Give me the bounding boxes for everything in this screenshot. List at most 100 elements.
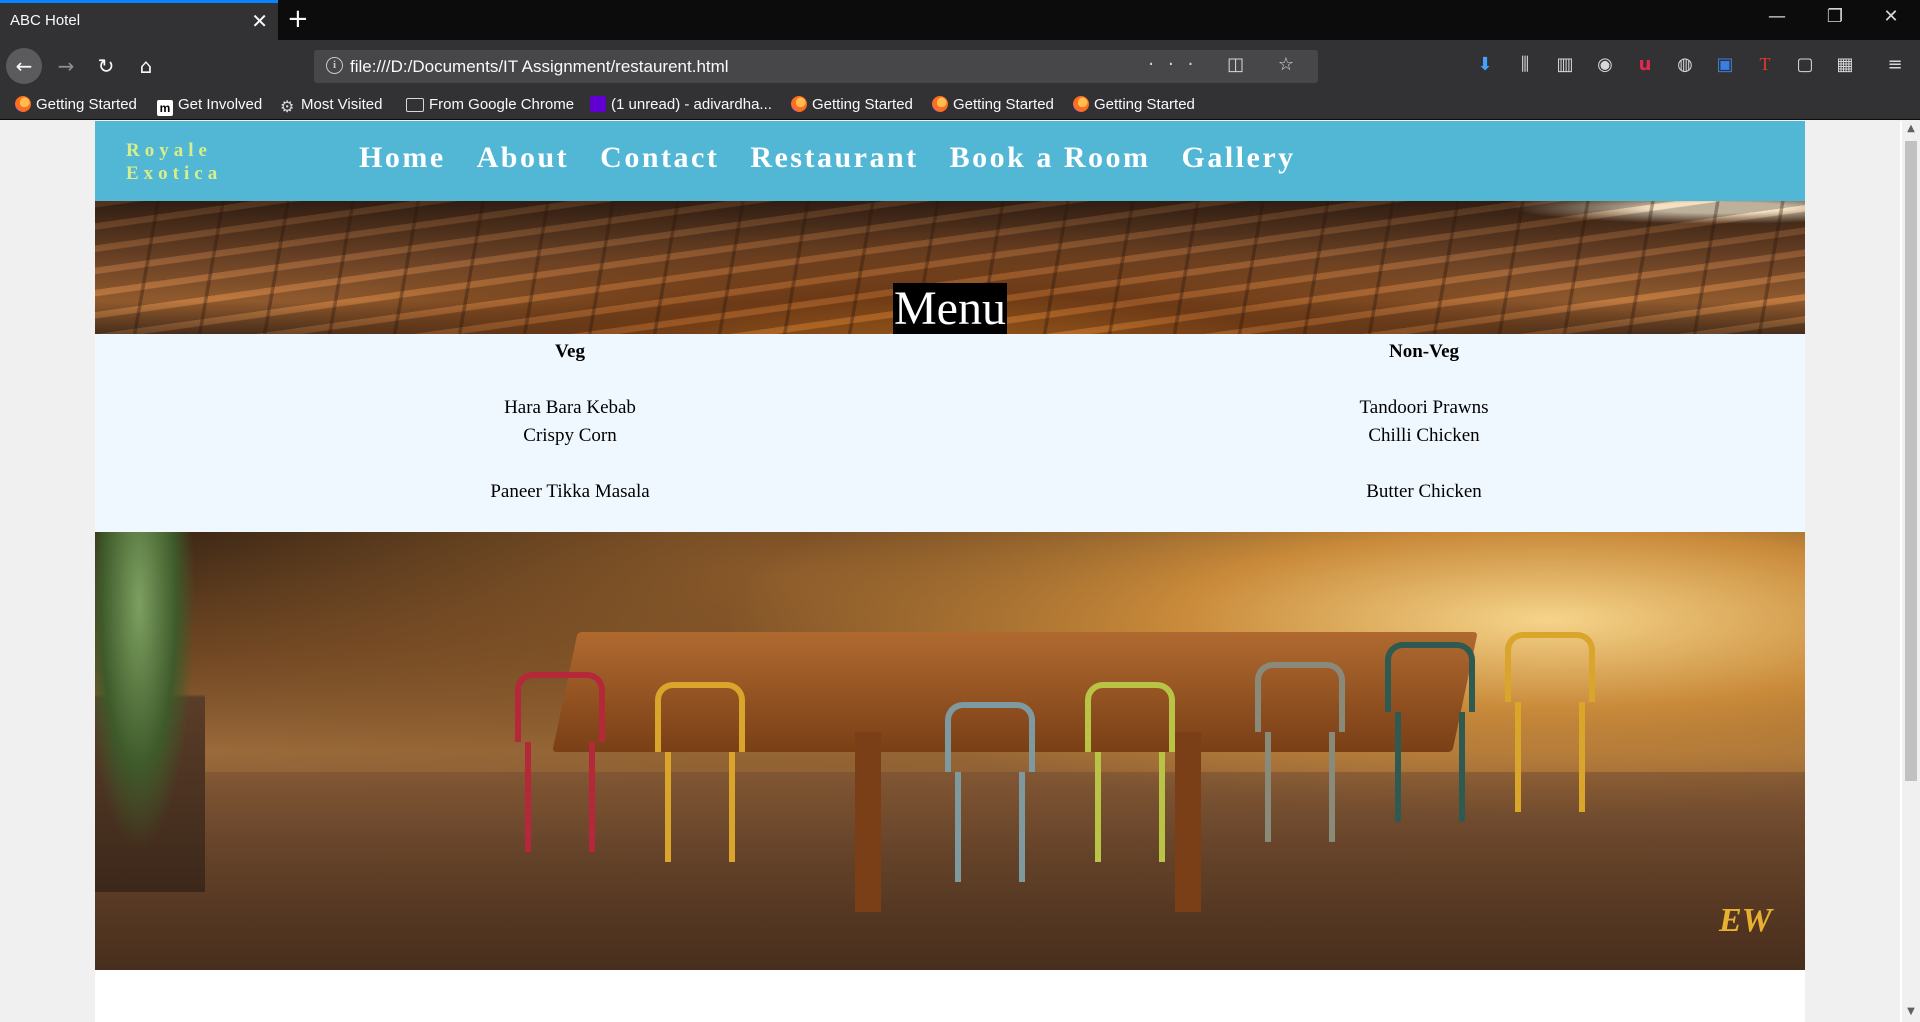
vertical-scrollbar[interactable]: ▲ ▼ bbox=[1902, 121, 1920, 1022]
chair-legs bbox=[665, 752, 735, 862]
scrollbar-thumb[interactable] bbox=[1905, 141, 1917, 781]
chair-legs bbox=[1515, 702, 1585, 812]
nav-contact-link[interactable]: Contact bbox=[600, 141, 719, 175]
close-tab-icon[interactable]: ✕ bbox=[251, 9, 268, 33]
restaurant-hero-image: Menu bbox=[95, 201, 1805, 334]
bookmark-label: Getting Started bbox=[953, 96, 1054, 113]
chair-lime bbox=[1085, 682, 1175, 752]
bookmark-getting-started-3[interactable]: Getting Started bbox=[932, 96, 1054, 113]
veg-column: Veg Hara Bara Kebab Crispy Corn Paneer T… bbox=[375, 334, 765, 506]
page-footer-area bbox=[95, 970, 1805, 1022]
bookmark-label: Getting Started bbox=[36, 96, 137, 113]
tab-bar: ABC Hotel ✕ + — ❐ ✕ bbox=[0, 0, 1920, 40]
firefox-icon bbox=[15, 96, 31, 112]
veg-heading: Veg bbox=[555, 341, 585, 362]
main-nav: Home About Contact Restaurant Book a Roo… bbox=[359, 141, 1296, 175]
nonveg-heading: Non-Veg bbox=[1388, 341, 1460, 362]
home-button[interactable]: ⌂ bbox=[128, 48, 164, 84]
menu-item: Butter Chicken bbox=[1366, 481, 1482, 502]
site-info-icon[interactable]: i bbox=[326, 57, 343, 74]
extension-blue-icon[interactable]: ▣ bbox=[1712, 54, 1738, 75]
restore-window-button[interactable]: ❐ bbox=[1810, 6, 1860, 27]
folder-icon bbox=[406, 98, 424, 112]
bookmarks-toolbar: Getting Started m Get Involved ⚙ Most Visi… bbox=[0, 92, 1920, 120]
nav-restaurant-link[interactable]: Restaurant bbox=[750, 141, 918, 175]
extension-t-icon[interactable]: T bbox=[1752, 54, 1778, 75]
menu-item: Hara Bara Kebab bbox=[504, 397, 636, 418]
table-leg bbox=[1175, 732, 1201, 912]
chair-green bbox=[1385, 642, 1475, 712]
account-icon[interactable]: ◉ bbox=[1592, 54, 1618, 75]
page-viewport: Royale Exotica Home About Contact Restau… bbox=[0, 121, 1902, 1022]
bookmark-yahoo-mail[interactable]: (1 unread) - adivardha... bbox=[590, 96, 772, 113]
bookmark-most-visited[interactable]: ⚙ Most Visited bbox=[280, 96, 382, 116]
library-icon[interactable]: ⫼ bbox=[1512, 54, 1538, 75]
forward-button[interactable]: → bbox=[48, 48, 84, 84]
page-right-margin bbox=[1805, 121, 1900, 1022]
menu-item: Crispy Corn bbox=[523, 425, 617, 446]
browser-tab-active[interactable]: ABC Hotel ✕ bbox=[0, 0, 278, 40]
nav-gallery-link[interactable]: Gallery bbox=[1182, 141, 1296, 175]
gear-icon: ⚙ bbox=[280, 99, 295, 116]
bookmark-get-involved[interactable]: m Get Involved bbox=[157, 96, 262, 116]
chair-red bbox=[515, 672, 605, 742]
site-logo[interactable]: Royale Exotica bbox=[126, 139, 222, 185]
firefox-icon bbox=[791, 96, 807, 112]
hamburger-menu-icon[interactable]: ≡ bbox=[1882, 54, 1908, 75]
chair-grey bbox=[1255, 662, 1345, 732]
site-header: Royale Exotica Home About Contact Restau… bbox=[95, 121, 1805, 201]
firefox-icon bbox=[932, 96, 948, 112]
chair-yellow bbox=[1505, 632, 1595, 702]
address-bar[interactable]: i file:///D:/Documents/IT Assignment/res… bbox=[314, 50, 1318, 83]
url-text[interactable]: file:///D:/Documents/IT Assignment/resta… bbox=[350, 57, 729, 77]
bookmark-getting-started-4[interactable]: Getting Started bbox=[1073, 96, 1195, 113]
bookmark-label: (1 unread) - adivardha... bbox=[611, 96, 772, 113]
firefox-icon bbox=[1073, 96, 1089, 112]
logo-line-2: Exotica bbox=[126, 163, 223, 184]
bookmark-getting-started-2[interactable]: Getting Started bbox=[791, 96, 913, 113]
bookmark-getting-started[interactable]: Getting Started bbox=[15, 96, 137, 113]
mozilla-icon: m bbox=[157, 100, 173, 116]
menu-table: Veg Hara Bara Kebab Crispy Corn Paneer T… bbox=[95, 334, 1805, 532]
dining-room-image: EW bbox=[95, 532, 1805, 970]
logo-line-1: Royale bbox=[126, 140, 212, 161]
chair-legs bbox=[955, 772, 1025, 882]
tab-title: ABC Hotel bbox=[10, 12, 81, 29]
menu-item: Paneer Tikka Masala bbox=[490, 481, 650, 502]
nav-home-link[interactable]: Home bbox=[359, 141, 446, 175]
menu-item: Chilli Chicken bbox=[1368, 425, 1480, 446]
extension-grey-icon[interactable]: ▢ bbox=[1792, 54, 1818, 75]
mail-icon bbox=[590, 96, 606, 112]
bookmark-label: From Google Chrome bbox=[429, 96, 575, 113]
extensions-grid-icon[interactable]: ▦ bbox=[1832, 54, 1858, 75]
new-tab-button[interactable]: + bbox=[287, 4, 309, 34]
nav-about-link[interactable]: About bbox=[477, 141, 570, 175]
page-actions-icons[interactable]: ··· ◫ ☆ bbox=[1148, 54, 1308, 75]
chair-legs bbox=[1395, 712, 1465, 822]
close-window-button[interactable]: ✕ bbox=[1866, 6, 1916, 27]
chair-legs bbox=[1265, 732, 1335, 842]
downloads-icon[interactable]: ⬇ bbox=[1472, 54, 1498, 75]
bookmark-folder-google-chrome[interactable]: From Google Chrome bbox=[406, 96, 574, 113]
reload-button[interactable]: ↻ bbox=[88, 48, 124, 84]
minimize-window-button[interactable]: — bbox=[1752, 6, 1802, 27]
back-button[interactable]: ← bbox=[6, 48, 42, 84]
nonveg-column: Non-Veg Tandoori Prawns Chilli Chicken B… bbox=[1229, 334, 1619, 506]
chair-legs bbox=[1095, 752, 1165, 862]
scroll-down-arrow[interactable]: ▼ bbox=[1902, 1006, 1920, 1017]
bookmark-label: Getting Started bbox=[1094, 96, 1195, 113]
watermark-text: EW bbox=[1719, 902, 1772, 939]
nav-book-room-link[interactable]: Book a Room bbox=[950, 141, 1151, 175]
sidebar-icon[interactable]: ▥ bbox=[1552, 54, 1578, 75]
potted-plant bbox=[95, 532, 205, 892]
bookmark-label: Most Visited bbox=[301, 96, 383, 113]
chair-yellow bbox=[655, 682, 745, 752]
vpn-globe-icon[interactable]: ◍ bbox=[1672, 54, 1698, 75]
menu-heading: Menu bbox=[893, 282, 1007, 334]
page-left-margin bbox=[0, 121, 95, 1022]
bookmark-label: Getting Started bbox=[812, 96, 913, 113]
scroll-up-arrow[interactable]: ▲ bbox=[1902, 123, 1920, 134]
ew-watermark-logo: EW bbox=[1681, 868, 1791, 952]
ublock-icon[interactable]: u bbox=[1632, 54, 1658, 75]
bookmark-label: Get Involved bbox=[178, 96, 263, 113]
